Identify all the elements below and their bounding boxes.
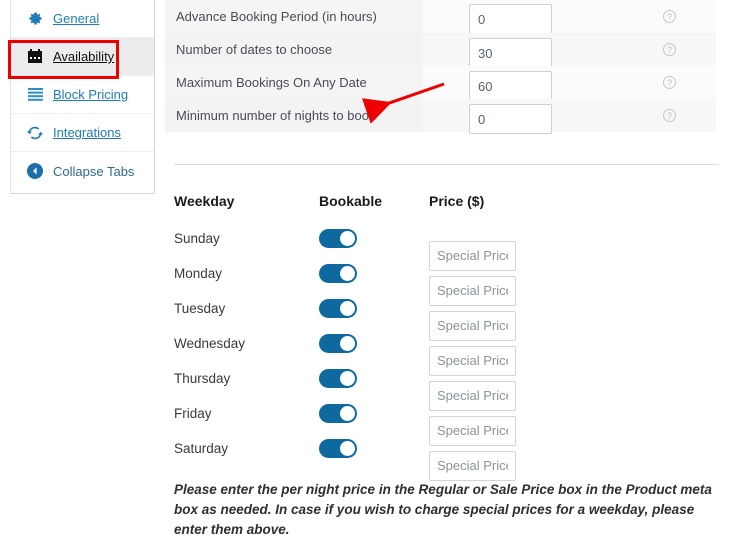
- number-of-dates-input[interactable]: [469, 38, 552, 68]
- column-header-price: Price ($): [429, 193, 485, 209]
- special-price-input-monday[interactable]: [429, 275, 516, 306]
- setting-row: Minimum number of nights to book ?: [165, 99, 716, 134]
- sidebar-item-label: General: [53, 11, 100, 26]
- help-icon[interactable]: ?: [663, 10, 676, 23]
- sidebar-item-collapse-tabs[interactable]: Collapse Tabs: [11, 152, 154, 190]
- pricing-help-note: Please enter the per night price in the …: [174, 482, 712, 537]
- table-row: Sunday: [174, 221, 574, 271]
- help-icon[interactable]: ?: [663, 43, 676, 56]
- weekday-label: Wednesday: [174, 336, 246, 351]
- sidebar-item-availability[interactable]: Availability: [11, 38, 154, 76]
- help-icon[interactable]: ?: [663, 109, 676, 122]
- collapse-left-icon: [26, 162, 44, 180]
- setting-value-cell: ?: [423, 0, 716, 34]
- availability-panel: Advance Booking Period (in hours) ? Numb…: [165, 0, 740, 537]
- toggle-knob: [340, 266, 355, 281]
- setting-label: Advance Booking Period (in hours): [165, 0, 423, 33]
- section-divider: [174, 164, 719, 165]
- special-price-input-saturday[interactable]: [429, 450, 516, 481]
- advance-booking-period-input[interactable]: [469, 4, 552, 34]
- setting-label: Maximum Bookings On Any Date: [165, 66, 423, 99]
- column-header-weekday: Weekday: [174, 193, 235, 209]
- bookable-toggle-wednesday[interactable]: [319, 334, 357, 353]
- sidebar-item-label: Block Pricing: [53, 87, 129, 102]
- weekday-label: Sunday: [174, 231, 220, 246]
- bookable-toggle-tuesday[interactable]: [319, 299, 357, 318]
- sync-icon: [26, 124, 44, 142]
- setting-label: Minimum number of nights to book: [165, 99, 423, 132]
- bookable-toggle-saturday[interactable]: [319, 439, 357, 458]
- sidebar-item-block-pricing[interactable]: Block Pricing: [11, 76, 154, 114]
- weekday-label: Thursday: [174, 371, 231, 386]
- toggle-knob: [340, 371, 355, 386]
- weekday-pricing-table: Weekday Bookable Price ($) Sunday Monday…: [174, 193, 574, 481]
- weekday-label: Monday: [174, 266, 223, 281]
- special-price-input-sunday[interactable]: [429, 240, 516, 271]
- sidebar-item-integrations[interactable]: Integrations: [11, 114, 154, 152]
- toggle-knob: [340, 406, 355, 421]
- toggle-knob: [340, 301, 355, 316]
- sidebar-item-label: Availability: [53, 49, 115, 64]
- toggle-knob: [340, 441, 355, 456]
- special-price-input-thursday[interactable]: [429, 380, 516, 411]
- sidebar-item-general[interactable]: General: [11, 0, 154, 38]
- bookable-toggle-monday[interactable]: [319, 264, 357, 283]
- list-icon: [26, 86, 44, 104]
- sidebar-item-label: Integrations: [53, 125, 121, 140]
- toggle-knob: [340, 231, 355, 246]
- special-price-input-friday[interactable]: [429, 415, 516, 446]
- booking-settings-list: Advance Booking Period (in hours) ? Numb…: [165, 0, 716, 134]
- special-price-input-tuesday[interactable]: [429, 310, 516, 341]
- calendar-icon: [26, 48, 44, 66]
- setting-row: Number of dates to choose ?: [165, 33, 716, 68]
- setting-row: Advance Booking Period (in hours) ?: [165, 0, 716, 34]
- toggle-knob: [340, 336, 355, 351]
- setting-row: Maximum Bookings On Any Date ?: [165, 66, 716, 101]
- bookable-toggle-thursday[interactable]: [319, 369, 357, 388]
- bookable-toggle-friday[interactable]: [319, 404, 357, 423]
- bookable-toggle-sunday[interactable]: [319, 229, 357, 248]
- weekday-label: Friday: [174, 406, 212, 421]
- setting-value-cell: ?: [423, 33, 716, 68]
- weekday-label: Tuesday: [174, 301, 226, 316]
- settings-tabs-sidebar: General Availability Block Pricing Integ…: [10, 0, 155, 194]
- minimum-nights-input[interactable]: [469, 104, 552, 134]
- weekday-label: Saturday: [174, 441, 229, 456]
- help-icon[interactable]: ?: [663, 76, 676, 89]
- column-header-bookable: Bookable: [319, 193, 383, 209]
- setting-value-cell: ?: [423, 99, 716, 134]
- setting-label: Number of dates to choose: [165, 33, 423, 66]
- setting-value-cell: ?: [423, 66, 716, 101]
- sidebar-item-label: Collapse Tabs: [53, 163, 135, 179]
- gear-icon: [26, 10, 44, 28]
- special-price-input-wednesday[interactable]: [429, 345, 516, 376]
- table-header-row: Weekday Bookable Price ($): [174, 193, 574, 221]
- maximum-bookings-input[interactable]: [469, 71, 552, 101]
